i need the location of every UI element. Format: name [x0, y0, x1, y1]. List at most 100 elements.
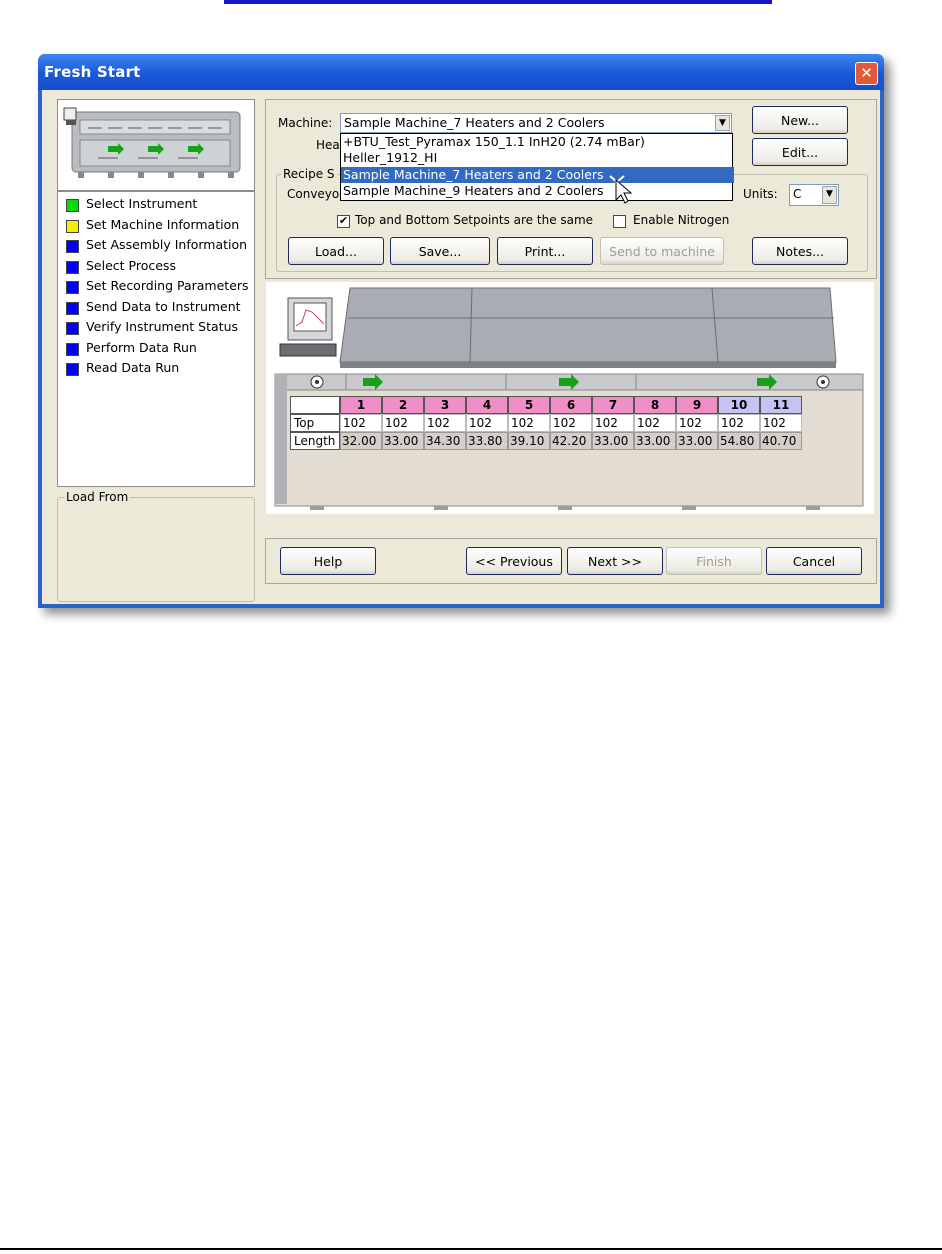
next-button[interactable]: Next >>: [567, 547, 663, 575]
load-from-label: Load From: [64, 490, 131, 504]
top-rule: [224, 0, 772, 4]
oven-thumbnail-image: [63, 107, 241, 178]
nitrogen-label: Enable Nitrogen: [633, 213, 730, 227]
wizard-steps-list: Select Instrument Set Machine Informatio…: [57, 191, 255, 487]
recipe-group-label: Recipe S: [281, 167, 337, 181]
step-status-square: [66, 260, 79, 274]
machine-label: Machine:: [278, 116, 333, 130]
zone-top-value[interactable]: 102: [340, 414, 382, 432]
load-from-group: Load From: [57, 490, 255, 602]
step-status-square: [66, 240, 79, 253]
zone-header: 1: [340, 396, 382, 414]
units-combo[interactable]: C ▼: [789, 184, 839, 206]
zone-top-value[interactable]: 102: [508, 414, 550, 432]
zone-table-corner: [290, 396, 340, 414]
zone-top-value[interactable]: 102: [592, 414, 634, 432]
previous-button[interactable]: << Previous: [466, 547, 562, 575]
step-status-square: [66, 199, 79, 212]
zone-header: 4: [466, 396, 508, 414]
step-label: Read Data Run: [86, 360, 180, 375]
zone-length-value: 33.00: [634, 432, 676, 450]
zone-header: 6: [550, 396, 592, 414]
machine-combo[interactable]: Sample Machine_7 Heaters and 2 Coolers ▼: [340, 113, 732, 133]
zone-length-value: 33.80: [466, 432, 508, 450]
dropdown-option[interactable]: Heller_1912_HI: [341, 150, 734, 166]
zone-header: 2: [382, 396, 424, 414]
row-label-length: Length: [290, 432, 340, 450]
window-title: Fresh Start: [44, 63, 141, 81]
zone-top-value[interactable]: 102: [676, 414, 718, 432]
step-label: Verify Instrument Status: [86, 319, 239, 334]
machine-panel: Machine: Sample Machine_7 Heaters and 2 …: [265, 99, 877, 279]
bottom-rule: [0, 1248, 942, 1250]
oven-thumbnail: [57, 99, 255, 191]
machine-combo-value: Sample Machine_7 Heaters and 2 Coolers: [344, 115, 605, 130]
zone-length-value: 33.00: [676, 432, 718, 450]
send-to-machine-button[interactable]: Send to machine: [600, 237, 724, 265]
step-label: Send Data to Instrument: [86, 298, 241, 314]
row-label-top: Top: [290, 414, 340, 432]
same-setpoints-checkbox[interactable]: ✔: [337, 215, 350, 228]
zone-length-value: 54.80: [718, 432, 760, 450]
step-status-square: [66, 322, 79, 335]
title-bar[interactable]: Fresh Start ✕: [38, 54, 884, 90]
zone-top-value[interactable]: 102: [718, 414, 760, 432]
units-value: C: [793, 187, 802, 201]
zone-length-value: 39.10: [508, 432, 550, 450]
zone-header: 10: [718, 396, 760, 414]
step-status-square: [66, 281, 79, 294]
zone-top-value[interactable]: 102: [760, 414, 802, 432]
oven-diagram: Top Length 1 2 3 4 5 6 7 8 9 10 11 102 1…: [266, 282, 874, 514]
zone-top-value[interactable]: 102: [550, 414, 592, 432]
dropdown-option[interactable]: +BTU_Test_Pyramax 150_1.1 InH20 (2.74 mB…: [341, 134, 734, 150]
chevron-down-icon[interactable]: ▼: [822, 186, 837, 204]
chevron-down-icon[interactable]: ▼: [715, 115, 730, 131]
step-label: Select Process: [86, 257, 176, 273]
zone-top-value[interactable]: 102: [466, 414, 508, 432]
save-button[interactable]: Save...: [390, 237, 490, 265]
same-setpoints-label: Top and Bottom Setpoints are the same: [355, 213, 594, 227]
notes-button[interactable]: Notes...: [752, 237, 848, 265]
zone-top-value[interactable]: 102: [634, 414, 676, 432]
machine-dropdown-list[interactable]: +BTU_Test_Pyramax 150_1.1 InH20 (2.74 mB…: [340, 133, 734, 201]
help-button[interactable]: Help: [280, 547, 376, 575]
step-status-square: [66, 219, 79, 233]
step-label: Set Recording Parameters: [86, 278, 249, 293]
zone-top-value[interactable]: 102: [382, 414, 424, 432]
dropdown-option[interactable]: Sample Machine_9 Heaters and 2 Coolers: [341, 183, 734, 199]
zone-header: 3: [424, 396, 466, 414]
edit-button[interactable]: Edit...: [752, 138, 848, 166]
zone-header: 5: [508, 396, 550, 414]
units-label: Units:: [743, 187, 778, 201]
zone-length-value: 33.00: [382, 432, 424, 450]
nitrogen-checkbox[interactable]: [613, 215, 626, 228]
step-label: Perform Data Run: [86, 339, 197, 355]
step-status-square: [66, 301, 79, 315]
dropdown-option-selected[interactable]: Sample Machine_7 Heaters and 2 Coolers: [341, 167, 734, 183]
step-status-square: [66, 342, 79, 356]
step-status-square: [66, 363, 79, 376]
conveyor-label: Conveyo: [287, 187, 340, 201]
step-label: Select Instrument: [86, 196, 198, 211]
zone-header: 9: [676, 396, 718, 414]
zone-header: 7: [592, 396, 634, 414]
close-icon[interactable]: ✕: [855, 62, 878, 85]
navigation-bar: Help << Previous Next >> Finish Cancel: [265, 538, 877, 584]
new-button[interactable]: New...: [752, 106, 848, 134]
dialog-client: Select Instrument Set Machine Informatio…: [42, 90, 880, 604]
heaters-label: Hea: [316, 138, 340, 152]
cancel-button[interactable]: Cancel: [766, 547, 862, 575]
zone-length-value: 32.00: [340, 432, 382, 450]
zone-header: 8: [634, 396, 676, 414]
zone-length-value: 40.70: [760, 432, 802, 450]
step-label: Set Assembly Information: [86, 237, 248, 252]
print-button[interactable]: Print...: [497, 237, 593, 265]
zone-length-value: 34.30: [424, 432, 466, 450]
zone-header: 11: [760, 396, 802, 414]
zone-top-value[interactable]: 102: [424, 414, 466, 432]
fresh-start-dialog: Fresh Start ✕ Select Instrument Set Mach…: [38, 54, 884, 608]
load-button[interactable]: Load...: [288, 237, 384, 265]
zone-length-value: 33.00: [592, 432, 634, 450]
mouse-cursor-icon: [609, 175, 633, 204]
finish-button[interactable]: Finish: [666, 547, 762, 575]
